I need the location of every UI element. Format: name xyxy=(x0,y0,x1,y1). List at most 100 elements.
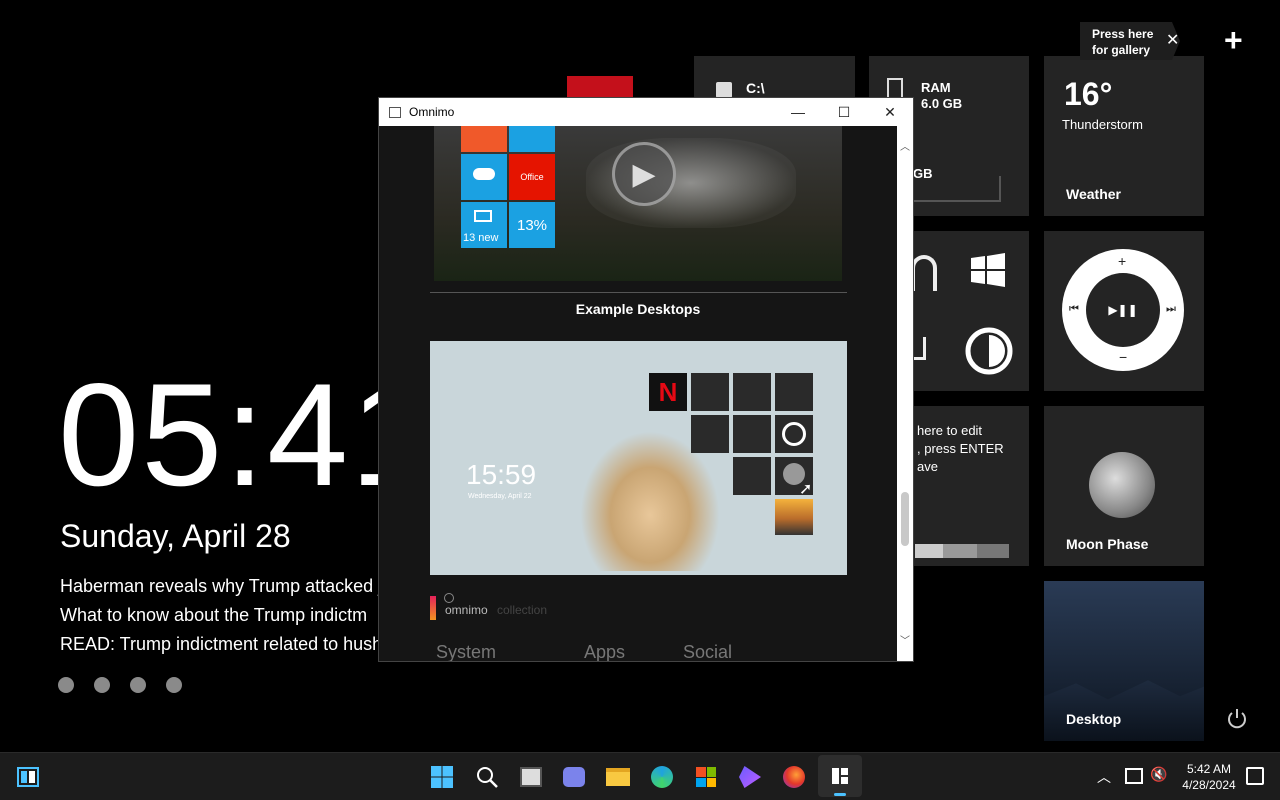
pager-dot[interactable] xyxy=(58,677,74,693)
volume-up-icon[interactable]: + xyxy=(1118,253,1126,269)
next-icon[interactable]: ⏭ xyxy=(1166,303,1176,316)
office-preview-tile: Office xyxy=(509,154,555,200)
window-content[interactable]: Office 13 new 13% ▶ Example Desktops 15:… xyxy=(379,126,897,661)
pager-dot[interactable] xyxy=(166,677,182,693)
ram-label: RAM xyxy=(921,80,951,95)
preview-tile xyxy=(461,126,507,152)
collection-icon xyxy=(444,593,454,603)
play-pause-icon[interactable]: ▶❚❚ xyxy=(1086,273,1160,347)
previous-icon[interactable]: ⏮ xyxy=(1069,303,1079,316)
example-date: Wednesday, April 22 xyxy=(468,493,532,500)
sunset-tile xyxy=(775,499,813,535)
store-icon[interactable] xyxy=(694,765,718,789)
pager-dot[interactable] xyxy=(130,677,146,693)
weather-desc: Thunderstorm xyxy=(1062,117,1143,132)
drive-tile[interactable]: C:\ xyxy=(694,56,855,98)
task-view-icon[interactable] xyxy=(519,765,543,789)
network-icon[interactable] xyxy=(1125,768,1143,784)
collection-word: collection xyxy=(497,603,548,617)
divider xyxy=(430,292,847,293)
section-title: Example Desktops xyxy=(575,301,701,317)
edge-icon[interactable] xyxy=(650,765,674,789)
example-clock: 15:59 xyxy=(466,459,537,490)
windows-icon[interactable] xyxy=(971,253,1005,287)
window-title: Omnimo xyxy=(409,105,455,119)
taskbar-date: 4/28/2024 xyxy=(1182,778,1236,792)
scroll-down-icon[interactable]: ﹀ xyxy=(900,632,910,647)
tray-overflow-icon[interactable]: ︿ xyxy=(1097,767,1111,787)
mail-count: 13 new xyxy=(463,232,499,244)
active-indicator xyxy=(834,793,846,796)
note-line: here to edit xyxy=(917,423,983,438)
taskbar-clock[interactable]: 5:42 AM 4/28/2024 xyxy=(1176,761,1242,793)
media-player-tile[interactable]: ▶❚❚ + − ⏮ ⏭ xyxy=(1044,231,1204,391)
note-line: ave xyxy=(917,459,938,474)
desktop-tile[interactable]: Desktop xyxy=(1044,581,1204,741)
start-icon[interactable] xyxy=(430,765,454,789)
preview-tile xyxy=(733,415,771,453)
volume-down-icon[interactable]: − xyxy=(1119,349,1127,365)
play-video-icon[interactable]: ▶ xyxy=(612,142,676,206)
add-icon[interactable]: + xyxy=(1224,24,1243,56)
color-strip[interactable] xyxy=(915,544,1009,558)
news-headline[interactable]: Haberman reveals why Trump attacked j xyxy=(60,576,382,597)
search-icon[interactable] xyxy=(475,765,499,789)
scroll-up-icon[interactable]: ︿ xyxy=(900,138,910,153)
ram-value: 6.0 GB xyxy=(921,96,963,111)
close-button[interactable]: ✕ xyxy=(867,98,913,126)
omnimo-app-icon xyxy=(832,768,848,784)
taskbar: ︿ 🔇 5:42 AM 4/28/2024 xyxy=(0,752,1280,800)
collection-accent xyxy=(430,596,436,620)
desktop-label: Desktop xyxy=(1066,711,1122,727)
taskbar-time: 5:42 AM xyxy=(1186,762,1232,776)
percent-label: 13% xyxy=(516,216,548,234)
netflix-preview-tile: N xyxy=(649,373,687,411)
category-social[interactable]: Social xyxy=(683,642,732,661)
weather-preview-tile xyxy=(461,154,507,200)
minimize-button[interactable]: — xyxy=(775,98,821,126)
preview-tile xyxy=(691,415,729,453)
example-desktop-image[interactable]: 15:59 Wednesday, April 22 N ➚ xyxy=(430,341,847,575)
omnimo-taskbar-button[interactable] xyxy=(818,755,862,797)
percent-preview-tile: 13% xyxy=(509,202,555,248)
contrast-icon[interactable] xyxy=(965,327,1013,375)
headphones-icon[interactable] xyxy=(911,255,937,291)
firefox-icon[interactable] xyxy=(782,765,806,789)
office-label: Office xyxy=(520,172,544,182)
mouse-cursor-icon: ➚ xyxy=(799,481,813,498)
preview-tile xyxy=(691,373,729,411)
preview-tile xyxy=(775,415,813,453)
mail-icon xyxy=(474,210,492,222)
gallery-hint[interactable]: Press here for gallery xyxy=(1080,22,1180,60)
power-icon[interactable] xyxy=(1226,708,1248,730)
maximize-button[interactable]: ☐ xyxy=(821,98,867,126)
preview-tile xyxy=(509,126,555,152)
video-preview[interactable]: Office 13 new 13% ▶ xyxy=(434,126,842,281)
omnimo-window[interactable]: Omnimo — ☐ ✕ Office 13 new 13% ▶ Example… xyxy=(378,97,914,662)
moon-phase-tile[interactable]: Moon Phase xyxy=(1044,406,1204,566)
news-headline[interactable]: READ: Trump indictment related to hush xyxy=(60,634,382,655)
close-hint-icon[interactable]: ✕ xyxy=(1166,30,1179,50)
cloud-icon xyxy=(473,168,495,180)
window-titlebar[interactable]: Omnimo — ☐ ✕ xyxy=(379,98,913,126)
volume-muted-icon[interactable]: 🔇 xyxy=(1150,766,1167,783)
news-headline[interactable]: What to know about the Trump indictm xyxy=(60,605,367,626)
preview-tile xyxy=(775,373,813,411)
weather-tile[interactable]: 16° Thunderstorm Weather xyxy=(1044,56,1204,216)
mountain-image xyxy=(1044,680,1204,741)
clipchamp-icon[interactable] xyxy=(738,765,762,789)
pager-dot[interactable] xyxy=(94,677,110,693)
moon-icon xyxy=(1089,452,1155,518)
drive-icon xyxy=(716,82,732,98)
widgets-icon[interactable] xyxy=(16,765,40,789)
weather-label: Weather xyxy=(1066,186,1121,202)
category-apps[interactable]: Apps xyxy=(584,642,625,661)
file-explorer-icon[interactable] xyxy=(606,765,630,789)
teams-icon[interactable] xyxy=(562,765,586,789)
scrollbar-thumb[interactable] xyxy=(901,492,909,546)
preview-tile xyxy=(733,373,771,411)
notification-icon[interactable] xyxy=(1246,767,1264,785)
vertical-scrollbar[interactable]: ︿ ﹀ xyxy=(897,126,913,661)
window-app-icon xyxy=(389,106,401,118)
category-system[interactable]: System xyxy=(436,642,496,661)
